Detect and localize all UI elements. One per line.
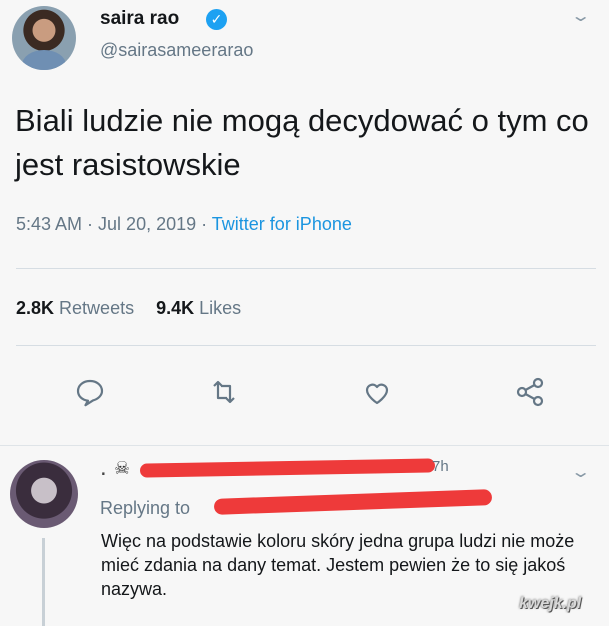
redaction-bar <box>139 458 436 478</box>
watermark-logo: kwejk.pl <box>519 595 582 612</box>
divider <box>16 268 596 269</box>
verified-badge-icon: ✓ <box>206 9 227 30</box>
thread-line <box>42 538 45 626</box>
meta-separator: · <box>196 214 212 234</box>
tweet-actions <box>0 372 609 412</box>
tweet-date[interactable]: Jul 20, 2019 <box>98 214 196 234</box>
reply-time[interactable]: 7h <box>432 458 449 475</box>
main-tweet: saira rao ✓ @sairasameerarao ⌄ Biali lud… <box>0 0 609 445</box>
tweet-text: Biali ludzie nie mogą decydować o tym co… <box>15 103 589 182</box>
retweets-label: Retweets <box>59 298 135 318</box>
reply-name-dot: . <box>100 454 107 481</box>
redaction-bar <box>213 489 493 515</box>
meta-separator: · <box>82 214 99 234</box>
retweets-stat[interactable]: 2.8K Retweets <box>16 298 134 318</box>
reply-tweet: . ☠ 7h ⌄ Replying to Więc na podstawie k… <box>0 445 609 626</box>
likes-count: 9.4K <box>156 298 195 318</box>
reply-text: Więc na podstawie koloru skóry jedna gru… <box>101 531 575 599</box>
likes-label: Likes <box>199 298 242 318</box>
chevron-down-icon[interactable]: ⌄ <box>570 462 591 482</box>
tweet-source-link[interactable]: Twitter for iPhone <box>212 214 352 234</box>
author-handle[interactable]: @sairasameerarao <box>100 40 253 61</box>
likes-stat[interactable]: 9.4K Likes <box>156 298 241 318</box>
author-name[interactable]: saira rao <box>100 8 179 30</box>
divider <box>16 345 596 346</box>
share-icon[interactable] <box>510 372 550 412</box>
tweet-stats: 2.8K Retweets 9.4K Likes <box>16 298 241 319</box>
replying-to-label: Replying to <box>100 498 191 518</box>
reply-avatar[interactable] <box>10 460 78 528</box>
tweet-meta: 5:43 AM · Jul 20, 2019 · Twitter for iPh… <box>16 214 352 235</box>
retweets-count: 2.8K <box>16 298 55 318</box>
reply-icon[interactable] <box>70 372 110 412</box>
chevron-down-icon[interactable]: ⌄ <box>570 6 591 26</box>
author-avatar[interactable] <box>12 6 76 70</box>
skull-icon: ☠ <box>114 458 131 478</box>
tweet-time: 5:43 AM <box>16 214 83 234</box>
retweet-icon[interactable] <box>204 372 244 412</box>
like-icon[interactable] <box>357 372 397 412</box>
